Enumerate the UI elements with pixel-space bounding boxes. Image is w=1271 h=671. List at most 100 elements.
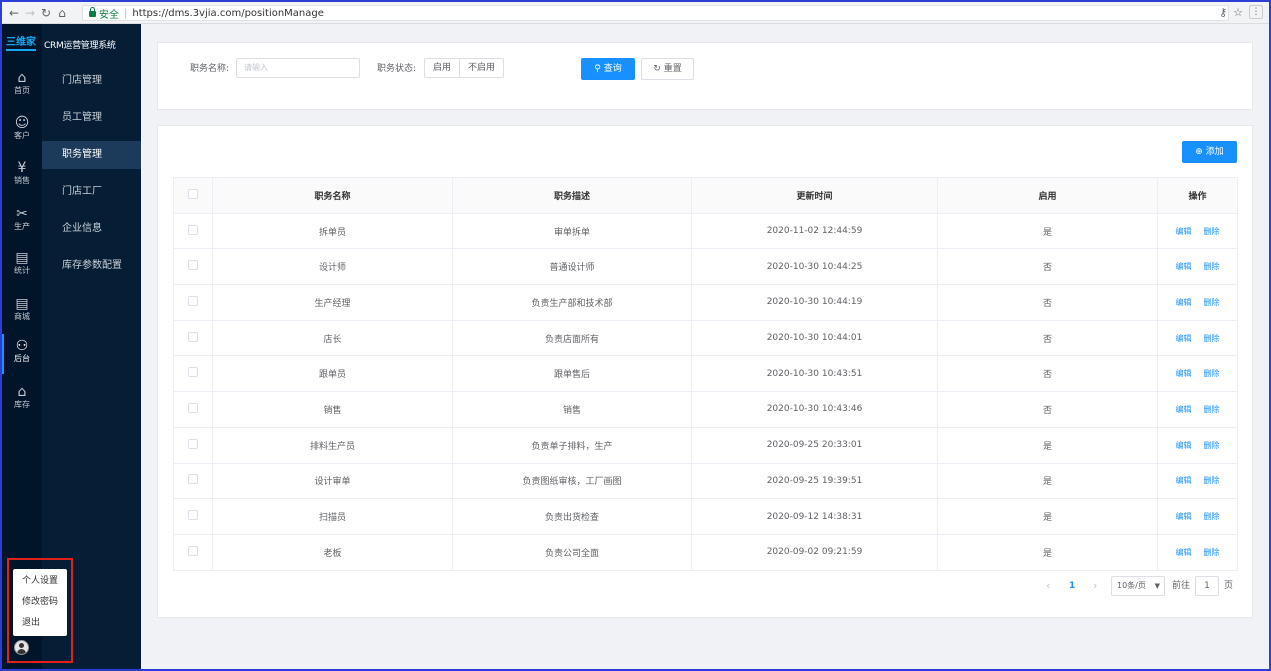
nav-customers[interactable]: ☺ 客户 [2,111,42,151]
select-all-checkbox[interactable] [188,188,198,199]
delete-link[interactable]: 删除 [1204,548,1220,557]
page-size-select[interactable]: 10条/页 ▼ [1111,576,1165,596]
edit-link[interactable]: 编辑 [1176,548,1192,557]
cell-updated-time: 2020-11-02 12:44:59 [691,213,938,250]
edit-link[interactable]: 编辑 [1176,476,1192,485]
subnav-inventory-config[interactable]: 库存参数配置 [42,252,141,280]
system-title: CRM运营管理系统 [44,40,116,51]
cell-description: 负责店面所有 [452,320,692,357]
status-enabled-option[interactable]: 启用 [425,59,459,77]
table-row: 店长 负责店面所有 2020-10-30 10:44:01 否 编辑 删除 [173,320,1238,357]
subnav-store-factory[interactable]: 门店工厂 [42,178,141,206]
star-icon[interactable]: ☆ [1233,6,1243,19]
menu-item-change-password[interactable]: 修改密码 [13,594,67,615]
row-checkbox[interactable] [188,331,198,342]
row-checkbox[interactable] [188,260,198,271]
delete-link[interactable]: 删除 [1204,262,1220,271]
delete-link[interactable]: 删除 [1204,405,1220,414]
table-row: 设计师 普通设计师 2020-10-30 10:44:25 否 编辑 删除 [173,248,1238,286]
row-checkbox[interactable] [188,474,198,485]
cell-updated-time: 2020-10-30 10:43:46 [691,391,938,428]
nav-sales[interactable]: ¥ 销售 [2,156,42,196]
nav-inventory[interactable]: ⌂ 库存 [2,380,42,420]
next-page-icon[interactable]: › [1093,576,1097,596]
delete-link[interactable]: 删除 [1204,369,1220,378]
subnav-company-info[interactable]: 企业信息 [42,215,141,243]
goto-page-input[interactable]: 1 [1195,576,1219,596]
column-header-updated-time: 更新时间 [691,177,938,214]
cell-updated-time: 2020-10-30 10:44:19 [691,284,938,321]
home-icon[interactable]: ⌂ [54,2,70,24]
cell-description: 普通设计师 [452,248,692,286]
add-button[interactable]: ⊕ 添加 [1182,141,1237,163]
row-checkbox[interactable] [188,438,198,449]
row-checkbox[interactable] [188,402,198,413]
page-number-current[interactable]: 1 [1069,576,1075,596]
cell-updated-time: 2020-10-30 10:43:51 [691,355,938,393]
caret-down-icon: ▼ [1154,582,1160,590]
subnav-position-management[interactable]: 职务管理 [42,141,141,169]
address-bar[interactable]: 安全 | https://dms.3vjia.com/positionManag… [82,5,1229,21]
tools-icon: ✂ [16,206,28,222]
cell-description: 销售 [452,391,692,428]
row-checkbox[interactable] [188,224,198,235]
edit-link[interactable]: 编辑 [1176,369,1192,378]
edit-link[interactable]: 编辑 [1176,512,1192,521]
nav-mall[interactable]: ▤ 商城 [2,292,42,332]
prev-page-icon[interactable]: ‹ [1046,576,1050,596]
table-row: 拆单员 审单拆单 2020-11-02 12:44:59 是 编辑 删除 [173,213,1238,250]
search-icon: ⚲ [594,64,601,74]
nav-statistics[interactable]: ▤ 统计 [2,246,42,286]
edit-link[interactable]: 编辑 [1176,298,1192,307]
edit-link[interactable]: 编辑 [1176,227,1192,236]
forward-arrow-icon[interactable]: → [22,2,38,24]
refresh-icon: ↻ [653,64,661,74]
cell-enabled: 是 [937,213,1158,250]
cell-name: 排料生产员 [212,427,453,464]
nav-home[interactable]: ⌂ 首页 [2,66,42,106]
cell-description: 负责出货检查 [452,498,692,535]
row-checkbox[interactable] [188,367,198,378]
status-disabled-option[interactable]: 不启用 [459,59,503,77]
delete-link[interactable]: 删除 [1204,298,1220,307]
cell-enabled: 是 [937,463,1158,500]
nav-admin[interactable]: ⚇ 后台 [2,334,42,374]
column-header-description: 职务描述 [452,177,692,214]
reload-icon[interactable]: ↻ [38,2,54,24]
subnav-employee-management[interactable]: 员工管理 [42,104,141,132]
edit-link[interactable]: 编辑 [1176,262,1192,271]
delete-link[interactable]: 删除 [1204,476,1220,485]
delete-link[interactable]: 删除 [1204,512,1220,521]
back-arrow-icon[interactable]: ← [6,2,22,24]
browser-menu-icon[interactable]: ⋮ [1249,5,1263,19]
menu-item-logout[interactable]: 退出 [13,615,67,636]
url-text: https://dms.3vjia.com/positionManage [132,7,324,19]
query-button[interactable]: ⚲ 查询 [581,58,635,80]
row-checkbox[interactable] [188,545,198,556]
subnav-store-management[interactable]: 门店管理 [42,67,141,95]
nav-production[interactable]: ✂ 生产 [2,202,42,242]
key-icon[interactable]: ⚷ [1219,6,1227,19]
table-row: 设计审单 负责图纸审核，工厂画图 2020-09-25 19:39:51 是 编… [173,463,1238,500]
edit-link[interactable]: 编辑 [1176,334,1192,343]
delete-link[interactable]: 删除 [1204,227,1220,236]
home-icon: ⌂ [17,70,27,86]
edit-link[interactable]: 编辑 [1176,405,1192,414]
user-avatar-icon[interactable] [14,640,29,655]
table-row: 生产经理 负责生产部和技术部 2020-10-30 10:44:19 否 编辑 删… [173,284,1238,321]
reset-button[interactable]: ↻ 重置 [641,58,694,80]
delete-link[interactable]: 删除 [1204,441,1220,450]
cell-enabled: 是 [937,498,1158,535]
cell-enabled: 是 [937,427,1158,464]
position-name-input[interactable]: 请输入 [236,58,360,78]
warehouse-icon: ⌂ [17,384,27,400]
yen-icon: ¥ [17,160,27,176]
logo-mark: 三维家 [6,37,36,51]
cell-enabled: 否 [937,320,1158,357]
menu-item-personal-settings[interactable]: 个人设置 [13,573,67,594]
delete-link[interactable]: 删除 [1204,334,1220,343]
row-checkbox[interactable] [188,295,198,306]
edit-link[interactable]: 编辑 [1176,441,1192,450]
row-checkbox[interactable] [188,510,198,521]
lock-icon [89,7,96,17]
